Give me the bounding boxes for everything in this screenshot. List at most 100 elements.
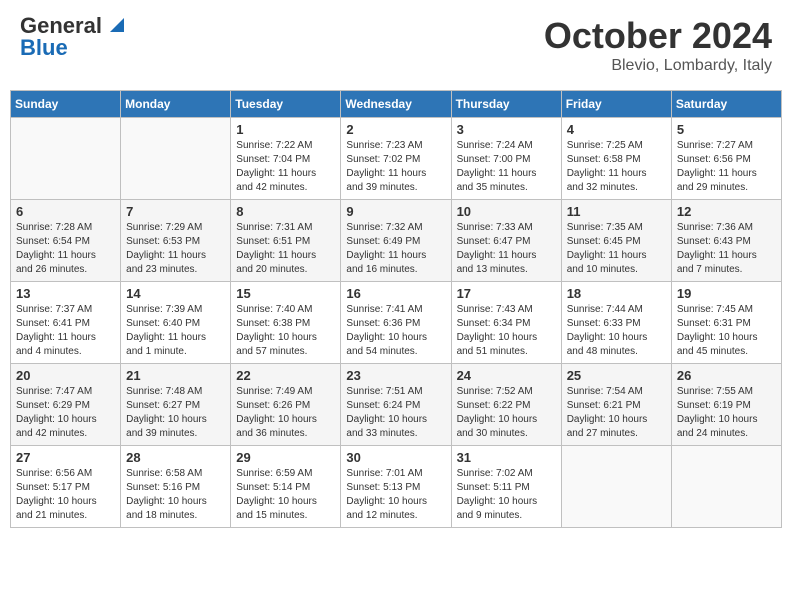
- day-number: 8: [236, 204, 335, 219]
- day-number: 30: [346, 450, 445, 465]
- day-number: 19: [677, 286, 776, 301]
- day-header-thursday: Thursday: [451, 91, 561, 118]
- calendar-cell: 1 Sunrise: 7:22 AMSunset: 7:04 PMDaylight…: [231, 118, 341, 200]
- day-header-tuesday: Tuesday: [231, 91, 341, 118]
- calendar-cell: 6 Sunrise: 7:28 AMSunset: 6:54 PMDaylight…: [11, 200, 121, 282]
- calendar-cell: 27Sunrise: 6:56 AMSunset: 5:17 PMDayligh…: [11, 446, 121, 528]
- day-number: 26: [677, 368, 776, 383]
- day-number: 15: [236, 286, 335, 301]
- cell-content: Sunrise: 7:48 AMSunset: 6:27 PMDaylight:…: [126, 385, 225, 441]
- calendar-cell: 23Sunrise: 7:51 AMSunset: 6:24 PMDayligh…: [341, 364, 451, 446]
- calendar-cell: 14Sunrise: 7:39 AMSunset: 6:40 PMDayligh…: [121, 282, 231, 364]
- cell-content: Sunrise: 7:22 AMSunset: 7:04 PMDaylight:…: [236, 139, 335, 195]
- calendar-cell: 26 Sunrise: 7:55 AMSunset: 6:19 PMDayligh…: [671, 364, 781, 446]
- calendar-cell: 13 Sunrise: 7:37 AMSunset: 6:41 PMDayligh…: [11, 282, 121, 364]
- page-header: General Blue October 2024 Blevio, Lombar…: [10, 10, 782, 80]
- day-number: 13: [16, 286, 115, 301]
- day-number: 3: [457, 122, 556, 137]
- calendar-table: SundayMondayTuesdayWednesdayThursdayFrid…: [10, 90, 782, 528]
- calendar-cell: 10 Sunrise: 7:33 AMSunset: 6:47 PMDayligh…: [451, 200, 561, 282]
- title-block: October 2024 Blevio, Lombardy, Italy: [544, 15, 772, 75]
- day-number: 24: [457, 368, 556, 383]
- cell-content: Sunrise: 7:43 AMSunset: 6:34 PMDaylight:…: [457, 303, 556, 359]
- logo-triangle-icon: [104, 14, 124, 34]
- calendar-week-row: 1 Sunrise: 7:22 AMSunset: 7:04 PMDaylight…: [11, 118, 782, 200]
- cell-content: Sunrise: 7:41 AMSunset: 6:36 PMDaylight:…: [346, 303, 445, 359]
- cell-content: Sunrise: 7:33 AMSunset: 6:47 PMDaylight:…: [457, 221, 556, 277]
- cell-content: Sunrise: 7:02 AMSunset: 5:11 PMDaylight:…: [457, 467, 556, 523]
- calendar-cell: [121, 118, 231, 200]
- day-number: 12: [677, 204, 776, 219]
- day-number: 27: [16, 450, 115, 465]
- calendar-week-row: 13 Sunrise: 7:37 AMSunset: 6:41 PMDayligh…: [11, 282, 782, 364]
- calendar-cell: 8 Sunrise: 7:31 AMSunset: 6:51 PMDaylight…: [231, 200, 341, 282]
- day-number: 5: [677, 122, 776, 137]
- cell-content: Sunrise: 7:52 AMSunset: 6:22 PMDaylight:…: [457, 385, 556, 441]
- month-title: October 2024: [544, 15, 772, 57]
- day-number: 21: [126, 368, 225, 383]
- day-number: 9: [346, 204, 445, 219]
- cell-content: Sunrise: 7:29 AMSunset: 6:53 PMDaylight:…: [126, 221, 225, 277]
- calendar-cell: 31 Sunrise: 7:02 AMSunset: 5:11 PMDayligh…: [451, 446, 561, 528]
- cell-content: Sunrise: 7:40 AMSunset: 6:38 PMDaylight:…: [236, 303, 335, 359]
- logo-general: General: [20, 15, 102, 37]
- cell-content: Sunrise: 7:44 AMSunset: 6:33 PMDaylight:…: [567, 303, 666, 359]
- logo-blue: Blue: [20, 37, 68, 59]
- cell-content: Sunrise: 7:28 AMSunset: 6:54 PMDaylight:…: [16, 221, 115, 277]
- day-header-wednesday: Wednesday: [341, 91, 451, 118]
- calendar-cell: 18Sunrise: 7:44 AMSunset: 6:33 PMDayligh…: [561, 282, 671, 364]
- calendar-cell: 15 Sunrise: 7:40 AMSunset: 6:38 PMDayligh…: [231, 282, 341, 364]
- cell-content: Sunrise: 7:45 AMSunset: 6:31 PMDaylight:…: [677, 303, 776, 359]
- cell-content: Sunrise: 7:31 AMSunset: 6:51 PMDaylight:…: [236, 221, 335, 277]
- day-number: 31: [457, 450, 556, 465]
- calendar-header-row: SundayMondayTuesdayWednesdayThursdayFrid…: [11, 91, 782, 118]
- calendar-week-row: 27Sunrise: 6:56 AMSunset: 5:17 PMDayligh…: [11, 446, 782, 528]
- day-header-saturday: Saturday: [671, 91, 781, 118]
- cell-content: Sunrise: 7:36 AMSunset: 6:43 PMDaylight:…: [677, 221, 776, 277]
- calendar-cell: 22Sunrise: 7:49 AMSunset: 6:26 PMDayligh…: [231, 364, 341, 446]
- location: Blevio, Lombardy, Italy: [544, 57, 772, 75]
- cell-content: Sunrise: 7:54 AMSunset: 6:21 PMDaylight:…: [567, 385, 666, 441]
- cell-content: Sunrise: 7:23 AMSunset: 7:02 PMDaylight:…: [346, 139, 445, 195]
- day-number: 22: [236, 368, 335, 383]
- day-number: 14: [126, 286, 225, 301]
- day-number: 11: [567, 204, 666, 219]
- calendar-cell: 30 Sunrise: 7:01 AMSunset: 5:13 PMDayligh…: [341, 446, 451, 528]
- calendar-cell: 24 Sunrise: 7:52 AMSunset: 6:22 PMDayligh…: [451, 364, 561, 446]
- calendar-cell: 9 Sunrise: 7:32 AMSunset: 6:49 PMDaylight…: [341, 200, 451, 282]
- cell-content: Sunrise: 7:55 AMSunset: 6:19 PMDaylight:…: [677, 385, 776, 441]
- calendar-cell: [671, 446, 781, 528]
- cell-content: Sunrise: 7:32 AMSunset: 6:49 PMDaylight:…: [346, 221, 445, 277]
- calendar-cell: 7 Sunrise: 7:29 AMSunset: 6:53 PMDaylight…: [121, 200, 231, 282]
- calendar-cell: 28 Sunrise: 6:58 AMSunset: 5:16 PMDayligh…: [121, 446, 231, 528]
- day-number: 28: [126, 450, 225, 465]
- cell-content: Sunrise: 6:59 AMSunset: 5:14 PMDaylight:…: [236, 467, 335, 523]
- calendar-cell: 16Sunrise: 7:41 AMSunset: 6:36 PMDayligh…: [341, 282, 451, 364]
- calendar-cell: 3Sunrise: 7:24 AMSunset: 7:00 PMDaylight…: [451, 118, 561, 200]
- calendar-cell: 2 Sunrise: 7:23 AMSunset: 7:02 PMDaylight…: [341, 118, 451, 200]
- day-header-monday: Monday: [121, 91, 231, 118]
- calendar-cell: [11, 118, 121, 200]
- logo: General Blue: [20, 15, 124, 59]
- day-number: 10: [457, 204, 556, 219]
- day-header-friday: Friday: [561, 91, 671, 118]
- day-number: 2: [346, 122, 445, 137]
- calendar-week-row: 20Sunrise: 7:47 AMSunset: 6:29 PMDayligh…: [11, 364, 782, 446]
- day-number: 7: [126, 204, 225, 219]
- cell-content: Sunrise: 7:27 AMSunset: 6:56 PMDaylight:…: [677, 139, 776, 195]
- calendar-cell: 25 Sunrise: 7:54 AMSunset: 6:21 PMDayligh…: [561, 364, 671, 446]
- cell-content: Sunrise: 7:37 AMSunset: 6:41 PMDaylight:…: [16, 303, 115, 359]
- cell-content: Sunrise: 6:58 AMSunset: 5:16 PMDaylight:…: [126, 467, 225, 523]
- cell-content: Sunrise: 7:35 AMSunset: 6:45 PMDaylight:…: [567, 221, 666, 277]
- calendar-cell: 20Sunrise: 7:47 AMSunset: 6:29 PMDayligh…: [11, 364, 121, 446]
- day-number: 25: [567, 368, 666, 383]
- day-number: 4: [567, 122, 666, 137]
- calendar-cell: 21 Sunrise: 7:48 AMSunset: 6:27 PMDayligh…: [121, 364, 231, 446]
- day-number: 6: [16, 204, 115, 219]
- day-number: 20: [16, 368, 115, 383]
- cell-content: Sunrise: 7:51 AMSunset: 6:24 PMDaylight:…: [346, 385, 445, 441]
- calendar-cell: 11 Sunrise: 7:35 AMSunset: 6:45 PMDayligh…: [561, 200, 671, 282]
- calendar-cell: 19 Sunrise: 7:45 AMSunset: 6:31 PMDayligh…: [671, 282, 781, 364]
- day-number: 1: [236, 122, 335, 137]
- cell-content: Sunrise: 7:01 AMSunset: 5:13 PMDaylight:…: [346, 467, 445, 523]
